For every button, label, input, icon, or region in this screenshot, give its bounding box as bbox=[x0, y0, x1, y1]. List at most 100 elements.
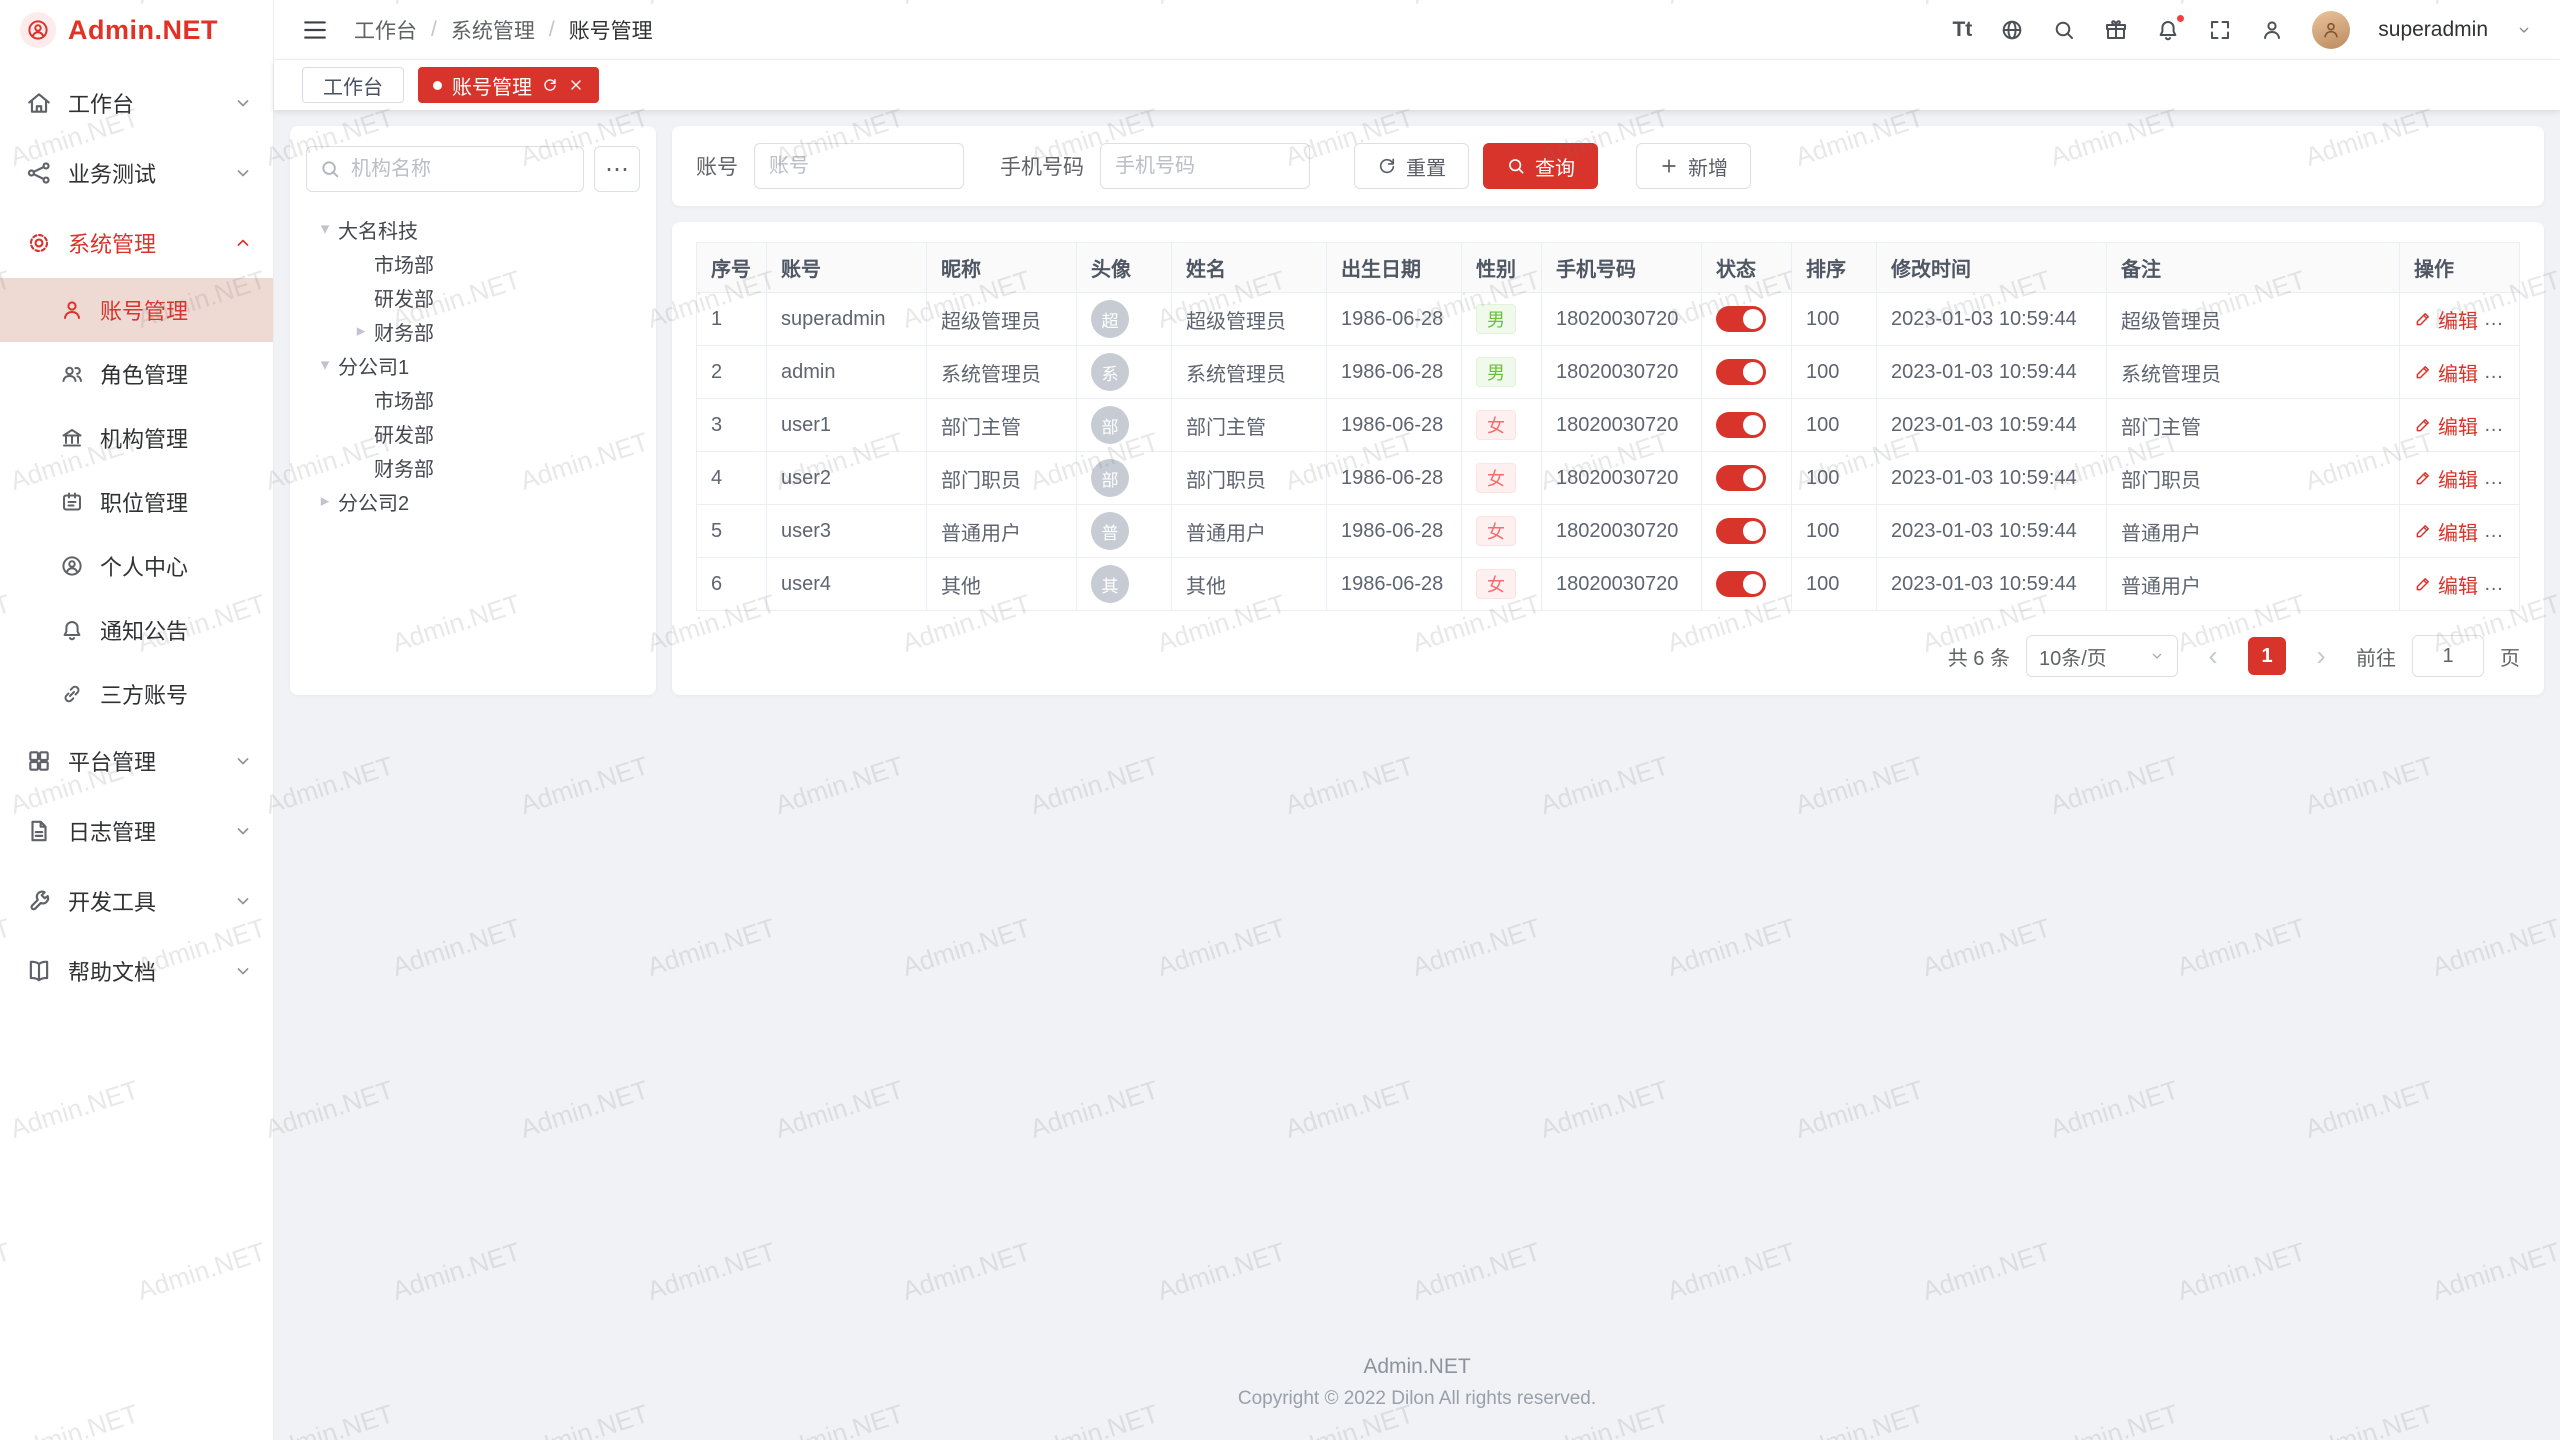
phone-filter-input[interactable] bbox=[1100, 143, 1310, 189]
tree-caret-icon[interactable]: ▸ bbox=[312, 491, 338, 511]
language-globe-icon[interactable] bbox=[2000, 18, 2024, 42]
sidebar-item-personal-center[interactable]: 个人中心 bbox=[0, 534, 273, 598]
sidebar-item-workbench[interactable]: 工作台 bbox=[0, 68, 273, 138]
tree-item[interactable]: ▸ 财务部 bbox=[306, 314, 640, 348]
cell-gender: 男 bbox=[1462, 346, 1542, 399]
logo-icon bbox=[20, 12, 56, 48]
add-button[interactable]: 新增 bbox=[1636, 143, 1751, 189]
edit-button[interactable]: 编辑 bbox=[2414, 358, 2478, 387]
cell-birth-date: 1986-06-28 bbox=[1327, 452, 1462, 505]
breadcrumb-item[interactable]: 工作台 bbox=[354, 15, 417, 45]
org-more-button[interactable]: ⋯ bbox=[594, 146, 640, 192]
tree-item-label: 财务部 bbox=[374, 453, 434, 482]
avatar[interactable] bbox=[2312, 11, 2350, 49]
tree-caret-icon[interactable]: ▸ bbox=[348, 321, 374, 341]
current-page-button[interactable]: 1 bbox=[2248, 637, 2286, 675]
sidebar-item-business-test[interactable]: 业务测试 bbox=[0, 138, 273, 208]
fullscreen-icon[interactable] bbox=[2208, 18, 2232, 42]
row-more-icon[interactable]: ⋯ bbox=[2500, 574, 2520, 596]
sidebar-item-role-management[interactable]: 角色管理 bbox=[0, 342, 273, 406]
cell-modified-time: 2023-01-03 10:59:44 bbox=[1877, 452, 2107, 505]
edit-button[interactable]: 编辑 bbox=[2414, 464, 2478, 493]
page-size-select[interactable]: 10条/页 bbox=[2026, 635, 2178, 677]
sidebar-item-account-management[interactable]: 账号管理 bbox=[0, 278, 273, 342]
cell-name: 部门职员 bbox=[1172, 452, 1327, 505]
tree-item[interactable]: 市场部 bbox=[306, 246, 640, 280]
prev-page-button[interactable]: ‹ bbox=[2194, 637, 2232, 675]
filter-bar: 账号 手机号码 重置 查询 bbox=[672, 126, 2544, 206]
tree-item[interactable]: 研发部 bbox=[306, 280, 640, 314]
user-circle-icon bbox=[60, 554, 84, 578]
tree-item[interactable]: ▾ 大名科技 bbox=[306, 212, 640, 246]
sidebar-item-dev-tools[interactable]: 开发工具 bbox=[0, 866, 273, 936]
tree-item[interactable]: 财务部 bbox=[306, 450, 640, 484]
row-more-icon[interactable]: ⋯ bbox=[2500, 521, 2520, 543]
next-page-button[interactable]: › bbox=[2302, 637, 2340, 675]
status-toggle[interactable] bbox=[1716, 465, 1766, 491]
edit-button[interactable]: 编辑 bbox=[2414, 411, 2478, 440]
sidebar-item-position-management[interactable]: 职位管理 bbox=[0, 470, 273, 534]
sidebar-item-label: 工作台 bbox=[68, 87, 134, 119]
tab-close-icon[interactable] bbox=[568, 77, 584, 93]
table-row: 1 superadmin 超级管理员 超 超级管理员 1986-06-28 男 … bbox=[697, 293, 2520, 346]
edit-button[interactable]: 编辑 bbox=[2414, 517, 2478, 546]
search-icon bbox=[319, 158, 341, 180]
account-filter-input[interactable] bbox=[754, 143, 964, 189]
status-toggle[interactable] bbox=[1716, 518, 1766, 544]
query-button[interactable]: 查询 bbox=[1483, 143, 1598, 189]
chevron-down-icon[interactable] bbox=[2516, 22, 2532, 38]
status-toggle[interactable] bbox=[1716, 571, 1766, 597]
profile-icon[interactable] bbox=[2260, 18, 2284, 42]
notification-bell-icon[interactable] bbox=[2156, 18, 2180, 42]
edit-button[interactable]: 编辑 bbox=[2414, 570, 2478, 599]
status-toggle[interactable] bbox=[1716, 359, 1766, 385]
sidebar-item-third-party-account[interactable]: 三方账号 bbox=[0, 662, 273, 726]
row-avatar: 其 bbox=[1091, 565, 1129, 603]
search-icon[interactable] bbox=[2052, 18, 2076, 42]
reset-button[interactable]: 重置 bbox=[1354, 143, 1469, 189]
tree-item-label: 分公司2 bbox=[338, 487, 409, 516]
tree-caret-icon[interactable]: ▾ bbox=[312, 219, 338, 239]
tree-item[interactable]: 研发部 bbox=[306, 416, 640, 450]
sidebar-item-log-management[interactable]: 日志管理 bbox=[0, 796, 273, 866]
hamburger-menu-icon[interactable] bbox=[302, 17, 328, 43]
tree-caret-icon[interactable]: ▾ bbox=[312, 355, 338, 375]
breadcrumb-item[interactable]: 系统管理 bbox=[451, 15, 535, 45]
cell-actions: 编辑 ⋯ bbox=[2400, 346, 2520, 399]
sidebar-item-help-docs[interactable]: 帮助文档 bbox=[0, 936, 273, 1006]
cell-birth-date: 1986-06-28 bbox=[1327, 293, 1462, 346]
sidebar-item-notice[interactable]: 通知公告 bbox=[0, 598, 273, 662]
org-search-input[interactable] bbox=[307, 147, 583, 191]
edit-pencil-icon bbox=[2414, 469, 2432, 487]
cell-avatar: 部 bbox=[1077, 399, 1172, 452]
edit-button[interactable]: 编辑 bbox=[2414, 305, 2478, 334]
gender-badge: 女 bbox=[1476, 410, 1516, 440]
cell-modified-time: 2023-01-03 10:59:44 bbox=[1877, 505, 2107, 558]
sidebar-item-platform-management[interactable]: 平台管理 bbox=[0, 726, 273, 796]
username[interactable]: superadmin bbox=[2378, 18, 2488, 42]
goto-page-input[interactable] bbox=[2412, 635, 2484, 677]
tab-workbench[interactable]: 工作台 bbox=[302, 67, 404, 103]
sidebar-item-org-management[interactable]: 机构管理 bbox=[0, 406, 273, 470]
font-size-icon[interactable]: Tt bbox=[1952, 18, 1972, 42]
notification-badge bbox=[2175, 13, 2186, 24]
tab-refresh-icon[interactable] bbox=[542, 77, 558, 93]
tree-item[interactable]: ▾ 分公司1 bbox=[306, 348, 640, 382]
row-more-icon[interactable]: ⋯ bbox=[2500, 362, 2520, 384]
status-toggle[interactable] bbox=[1716, 306, 1766, 332]
edit-pencil-icon bbox=[2414, 363, 2432, 381]
sidebar-item-system-management[interactable]: 系统管理 bbox=[0, 208, 273, 278]
theme-gift-icon[interactable] bbox=[2104, 18, 2128, 42]
chevron-down-icon bbox=[2149, 648, 2165, 664]
row-more-icon[interactable]: ⋯ bbox=[2500, 309, 2520, 331]
row-more-icon[interactable]: ⋯ bbox=[2500, 468, 2520, 490]
row-avatar: 部 bbox=[1091, 459, 1129, 497]
row-more-icon[interactable]: ⋯ bbox=[2500, 415, 2520, 437]
row-avatar: 普 bbox=[1091, 512, 1129, 550]
tree-item[interactable]: 市场部 bbox=[306, 382, 640, 416]
logo[interactable]: Admin.NET bbox=[0, 0, 273, 60]
tab-account-management[interactable]: 账号管理 bbox=[418, 67, 599, 103]
cell-phone: 18020030720 bbox=[1542, 346, 1702, 399]
tree-item[interactable]: ▸ 分公司2 bbox=[306, 484, 640, 518]
status-toggle[interactable] bbox=[1716, 412, 1766, 438]
